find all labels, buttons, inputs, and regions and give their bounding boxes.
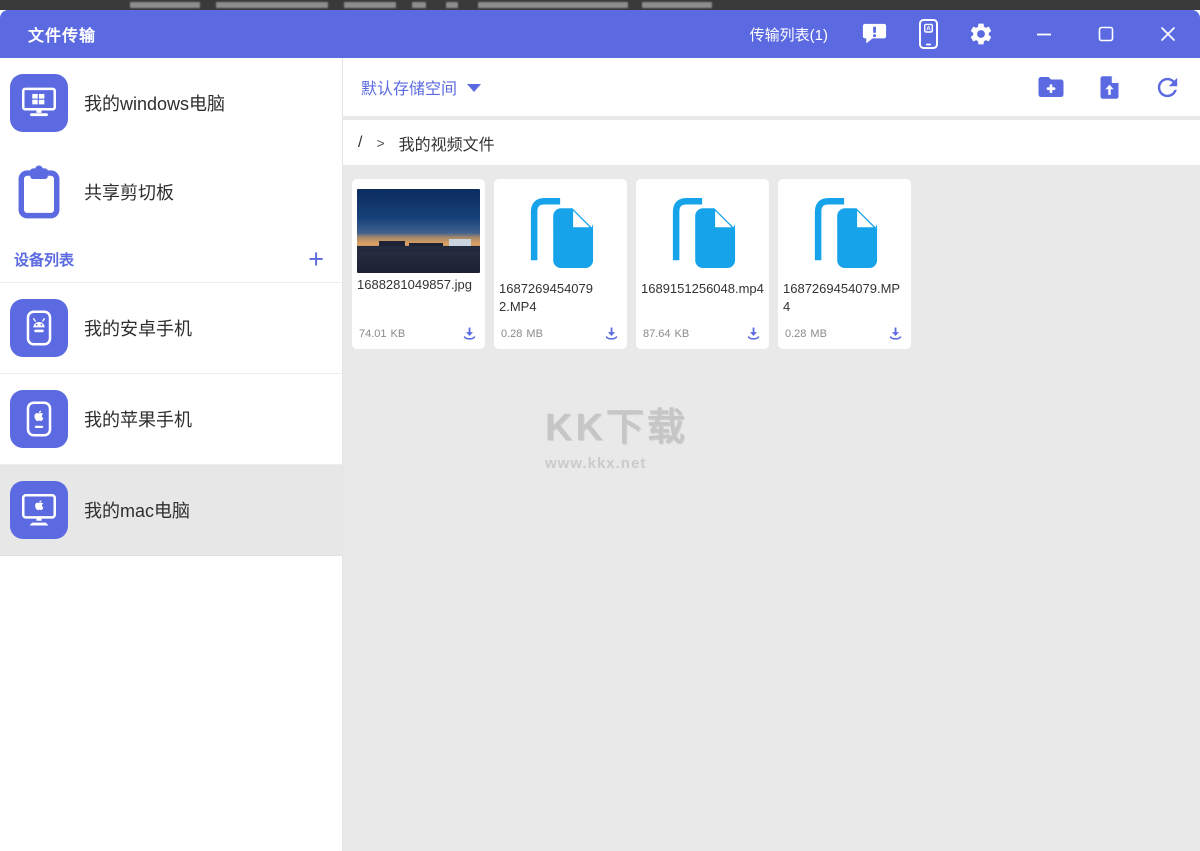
sidebar-item-label: 我的安卓手机 <box>84 319 192 339</box>
file-name: 1687269454079.MP4 <box>783 281 901 314</box>
file-name: 1689151256048.mp4 <box>641 281 764 296</box>
sidebar-item-windows-pc[interactable]: 我的windows电脑 <box>0 58 342 147</box>
file-card[interactable]: 1687269454079 2.MP4 0.28 MB <box>494 179 627 349</box>
image-thumbnail <box>357 189 480 273</box>
watermark: KK下载 www.kkx.net <box>545 396 688 472</box>
main-panel: 默认存储空间 / > 我的视频文件 1688281049857.jpg 74.0… <box>343 58 1200 851</box>
clipboard-icon <box>10 163 68 221</box>
breadcrumb-current: 我的视频文件 <box>398 136 495 154</box>
android-phone-icon <box>10 299 68 357</box>
download-icon[interactable] <box>745 325 762 342</box>
file-card[interactable]: 1689151256048.mp4 87.64 KB <box>636 179 769 349</box>
background-artifact <box>642 2 712 8</box>
watermark-site: www.kkx.net <box>545 455 647 472</box>
sidebar-item-label: 我的mac电脑 <box>84 501 191 521</box>
feedback-message-icon[interactable] <box>860 20 889 49</box>
breadcrumb-root[interactable]: / <box>358 134 362 152</box>
close-button[interactable] <box>1156 26 1180 42</box>
device-list-header: 设备列表 + <box>0 236 342 283</box>
apple-phone-icon <box>10 390 68 448</box>
storage-selector[interactable]: 默认存储空间 <box>361 75 482 99</box>
main-toolbar: 默认存储空间 <box>343 58 1200 116</box>
transfer-list-button[interactable]: 传输列表(1) <box>750 24 828 45</box>
download-icon[interactable] <box>887 325 904 342</box>
background-window-strip <box>0 0 1200 10</box>
background-artifact <box>412 2 426 8</box>
video-file-icon <box>522 187 600 276</box>
sidebar-item-label: 我的windows电脑 <box>84 93 226 114</box>
file-grid: 1688281049857.jpg 74.01 KB 1687269454079… <box>343 165 1200 363</box>
file-name: 1687269454079 2.MP4 <box>499 281 593 314</box>
download-icon[interactable] <box>461 325 478 342</box>
maximize-button[interactable] <box>1094 26 1118 42</box>
sidebar-item-label: 共享剪切板 <box>84 182 174 203</box>
windows-pc-icon <box>10 73 68 132</box>
device-list-title: 设备列表 <box>14 251 75 269</box>
file-card[interactable]: 1687269454079.MP4 0.28 MB <box>778 179 911 349</box>
sidebar-item-label: 我的苹果手机 <box>84 410 192 430</box>
video-file-icon <box>806 187 884 276</box>
minimize-button[interactable] <box>1032 26 1056 42</box>
add-device-button[interactable]: + <box>308 245 324 273</box>
background-artifact <box>446 2 458 8</box>
new-folder-button[interactable] <box>1036 72 1066 102</box>
settings-gear-icon[interactable] <box>968 21 994 47</box>
refresh-button[interactable] <box>1153 73 1182 102</box>
phone-connect-icon[interactable]: A <box>916 18 941 50</box>
titlebar-actions: 传输列表(1) A <box>750 18 1200 50</box>
titlebar: 文件传输 传输列表(1) A <box>0 10 1200 58</box>
file-name: 1688281049857.jpg <box>357 277 472 292</box>
file-actions <box>1006 72 1182 102</box>
breadcrumb-separator: > <box>376 134 385 151</box>
background-artifact <box>130 2 200 8</box>
svg-text:A: A <box>926 25 931 32</box>
background-artifact <box>478 2 628 8</box>
file-size: 0.28 MB <box>785 327 827 340</box>
sidebar-item-clipboard[interactable]: 共享剪切板 <box>0 147 342 236</box>
sidebar-item-iphone[interactable]: 我的苹果手机 <box>0 374 342 465</box>
mac-computer-icon <box>10 481 68 539</box>
file-size: 74.01 KB <box>359 327 406 340</box>
app-title: 文件传输 <box>28 28 97 45</box>
background-artifact <box>216 2 328 8</box>
thumbnail-detail <box>357 246 480 253</box>
background-artifact <box>344 2 396 8</box>
upload-file-button[interactable] <box>1096 74 1123 101</box>
file-card[interactable]: 1688281049857.jpg 74.01 KB <box>352 179 485 349</box>
watermark-logo: KK下载 <box>545 407 688 449</box>
sidebar-item-android-phone[interactable]: 我的安卓手机 <box>0 283 342 374</box>
chevron-down-icon <box>467 84 482 92</box>
sidebar-item-mac[interactable]: 我的mac电脑 <box>0 465 342 556</box>
breadcrumb: / > 我的视频文件 <box>343 120 1200 165</box>
file-size: 87.64 KB <box>643 327 690 340</box>
sidebar: 我的windows电脑 共享剪切板 设备列表 + 我的安卓手机 我的苹果手机 我… <box>0 58 343 851</box>
storage-selector-label: 默认存储空间 <box>361 81 458 98</box>
video-file-icon <box>664 187 742 276</box>
file-size: 0.28 MB <box>501 327 543 340</box>
download-icon[interactable] <box>603 325 620 342</box>
